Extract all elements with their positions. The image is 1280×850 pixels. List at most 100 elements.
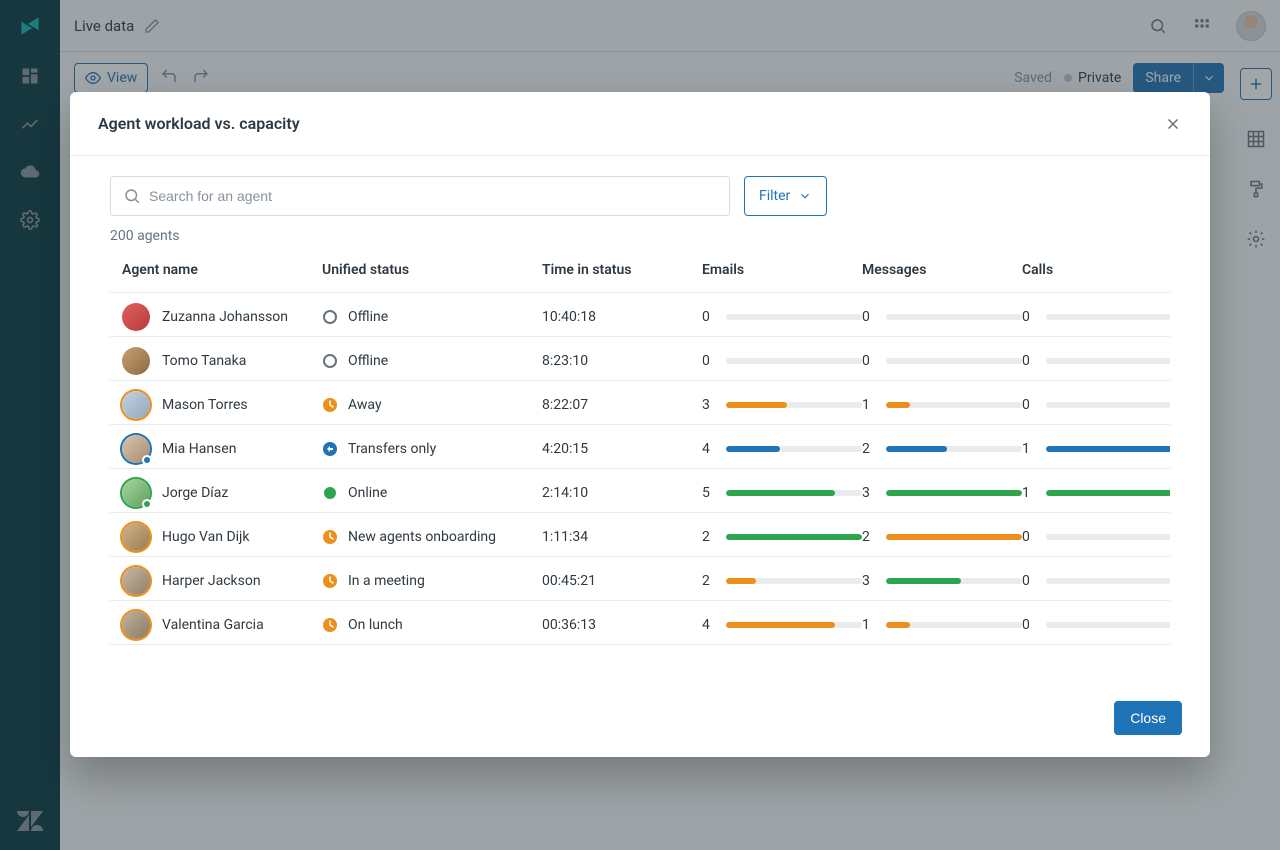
- table-row[interactable]: Hugo Van Dijk New agents onboarding 1:11…: [110, 513, 1170, 557]
- close-button[interactable]: Close: [1114, 701, 1182, 735]
- capacity-bar: [1046, 402, 1170, 408]
- filter-button-label: Filter: [759, 188, 790, 204]
- agent-avatar: [122, 391, 150, 419]
- status-label: Transfers only: [348, 441, 436, 457]
- metric-value: 4: [702, 617, 716, 633]
- metric-cell: 0: [862, 309, 1022, 325]
- agent-cell: Valentina Garcia: [122, 611, 322, 639]
- capacity-bar: [726, 578, 862, 584]
- table-row[interactable]: Harper Jackson In a meeting 00:45:21 2 3…: [110, 557, 1170, 601]
- agent-avatar: [122, 567, 150, 595]
- agent-cell: Hugo Van Dijk: [122, 523, 322, 551]
- table-row[interactable]: Jorge Díaz Online 2:14:10 5 3 1: [110, 469, 1170, 513]
- status-cell: In a meeting: [322, 573, 542, 589]
- capacity-bar: [886, 402, 1022, 408]
- capacity-bar: [886, 490, 1022, 496]
- metric-value: 2: [862, 529, 876, 545]
- filter-button[interactable]: Filter: [744, 176, 827, 216]
- metric-value: 0: [702, 353, 716, 369]
- metric-value: 0: [1022, 617, 1036, 633]
- metric-cell: 0: [1022, 309, 1170, 325]
- agent-avatar: [122, 611, 150, 639]
- metric-cell: 0: [862, 353, 1022, 369]
- time-in-status: 8:22:07: [542, 397, 702, 413]
- status-label: In a meeting: [348, 573, 425, 589]
- table-row[interactable]: Mason Torres Away 8:22:07 3 1 0: [110, 381, 1170, 425]
- metric-value: 0: [1022, 309, 1036, 325]
- capacity-bar: [1046, 446, 1170, 452]
- agent-avatar: [122, 479, 150, 507]
- capacity-bar: [1046, 578, 1170, 584]
- modal-header: Agent workload vs. capacity: [70, 92, 1210, 156]
- agent-cell: Tomo Tanaka: [122, 347, 322, 375]
- time-in-status: 2:14:10: [542, 485, 702, 501]
- agent-name: Jorge Díaz: [162, 485, 228, 501]
- metric-cell: 0: [1022, 529, 1170, 545]
- metric-cell: 0: [1022, 573, 1170, 589]
- metric-value: 0: [1022, 397, 1036, 413]
- metric-value: 0: [862, 309, 876, 325]
- agent-workload-modal: Agent workload vs. capacity Filter 200 a…: [70, 92, 1210, 757]
- metric-cell: 0: [702, 353, 862, 369]
- status-icon: [322, 573, 338, 589]
- capacity-bar: [886, 578, 1022, 584]
- agent-cell: Harper Jackson: [122, 567, 322, 595]
- agent-name: Valentina Garcia: [162, 617, 264, 633]
- capacity-bar: [886, 314, 1022, 320]
- capacity-bar: [886, 446, 1022, 452]
- metric-cell: 0: [1022, 397, 1170, 413]
- agent-cell: Mason Torres: [122, 391, 322, 419]
- status-label: Away: [348, 397, 382, 413]
- capacity-bar: [886, 622, 1022, 628]
- status-cell: Offline: [322, 309, 542, 325]
- close-icon[interactable]: [1164, 115, 1182, 133]
- modal-footer: Close: [70, 683, 1210, 757]
- agent-search-field[interactable]: [149, 188, 717, 204]
- col-emails: Emails: [702, 262, 862, 278]
- col-unified-status: Unified status: [322, 262, 542, 278]
- metric-value: 5: [702, 485, 716, 501]
- metric-value: 2: [702, 529, 716, 545]
- status-icon: [322, 353, 338, 369]
- capacity-bar: [1046, 490, 1170, 496]
- metric-cell: 4: [702, 441, 862, 457]
- status-cell: Offline: [322, 353, 542, 369]
- presence-badge-icon: [142, 455, 152, 465]
- table-row[interactable]: Valentina Garcia On lunch 00:36:13 4 1 0: [110, 601, 1170, 645]
- metric-cell: 4: [702, 617, 862, 633]
- modal-body: Filter 200 agents Agent name Unified sta…: [70, 156, 1210, 683]
- agent-avatar: [122, 435, 150, 463]
- status-label: Online: [348, 485, 387, 501]
- capacity-bar: [726, 446, 862, 452]
- capacity-bar: [726, 622, 862, 628]
- agent-count-label: 200 agents: [110, 228, 1170, 244]
- metric-value: 3: [862, 485, 876, 501]
- col-time-in-status: Time in status: [542, 262, 702, 278]
- col-calls: Calls: [1022, 262, 1170, 278]
- metric-value: 1: [862, 617, 876, 633]
- metric-value: 4: [702, 441, 716, 457]
- metric-value: 3: [702, 397, 716, 413]
- table-row[interactable]: Tomo Tanaka Offline 8:23:10 0 0 0: [110, 337, 1170, 381]
- metric-value: 0: [1022, 353, 1036, 369]
- metric-value: 1: [1022, 485, 1036, 501]
- agent-search-input[interactable]: [110, 176, 730, 216]
- time-in-status: 8:23:10: [542, 353, 702, 369]
- status-cell: Transfers only: [322, 441, 542, 457]
- metric-cell: 2: [702, 529, 862, 545]
- metric-value: 2: [862, 441, 876, 457]
- agent-cell: Zuzanna Johansson: [122, 303, 322, 331]
- status-cell: On lunch: [322, 617, 542, 633]
- status-icon: [322, 529, 338, 545]
- metric-cell: 3: [702, 397, 862, 413]
- capacity-bar: [726, 358, 862, 364]
- time-in-status: 00:36:13: [542, 617, 702, 633]
- metric-cell: 3: [862, 485, 1022, 501]
- agent-name: Tomo Tanaka: [162, 353, 246, 369]
- table-row[interactable]: Mia Hansen Transfers only 4:20:15 4 2 1: [110, 425, 1170, 469]
- table-row[interactable]: Zuzanna Johansson Offline 10:40:18 0 0 0: [110, 293, 1170, 337]
- col-agent-name: Agent name: [122, 262, 322, 278]
- metric-cell: 5: [702, 485, 862, 501]
- presence-badge-icon: [142, 499, 152, 509]
- metric-cell: 2: [862, 529, 1022, 545]
